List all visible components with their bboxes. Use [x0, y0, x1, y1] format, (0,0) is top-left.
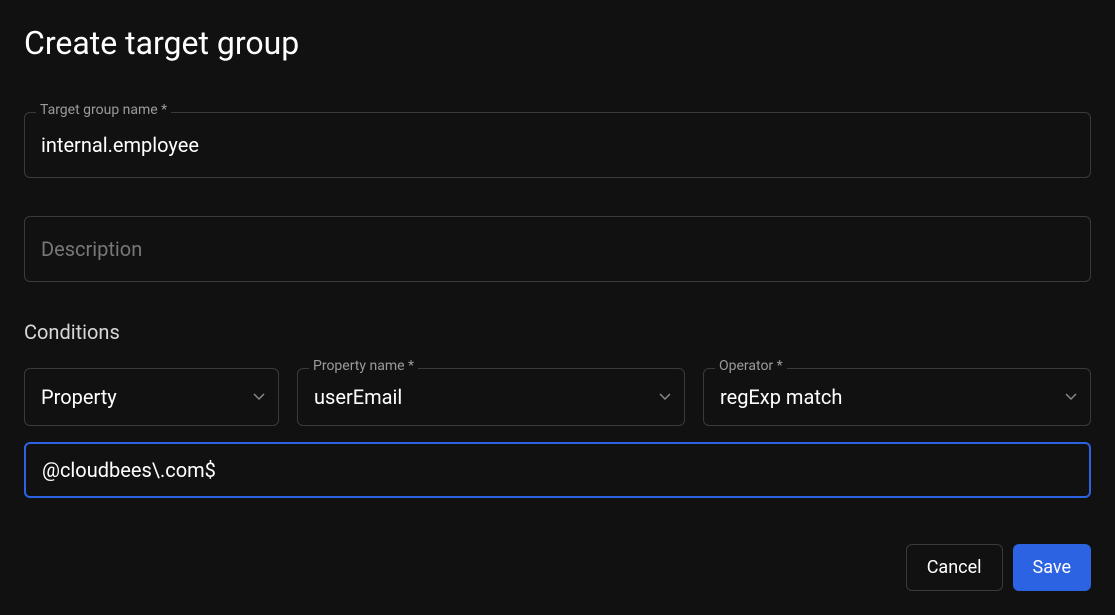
operator-select[interactable]: regExp match: [703, 368, 1091, 426]
condition-type-select[interactable]: Property: [24, 368, 279, 426]
description-field-wrapper: [24, 216, 1091, 282]
button-row: Cancel Save: [906, 544, 1091, 591]
save-button[interactable]: Save: [1013, 544, 1092, 591]
condition-value-input[interactable]: [24, 442, 1091, 498]
target-group-name-input[interactable]: [24, 112, 1091, 178]
conditions-section-label: Conditions: [24, 320, 1091, 344]
condition-type-select-wrapper: Property: [24, 368, 279, 426]
operator-label: Operator *: [715, 358, 787, 374]
target-group-name-label: Target group name *: [36, 102, 171, 118]
conditions-row: Property Property name * userEmail Opera…: [24, 368, 1091, 426]
target-group-name-field-wrapper: Target group name *: [24, 112, 1091, 178]
description-input[interactable]: [24, 216, 1091, 282]
property-name-select[interactable]: userEmail: [297, 368, 685, 426]
property-name-label: Property name *: [309, 358, 418, 374]
operator-select-wrapper: Operator * regExp match: [703, 368, 1091, 426]
cancel-button[interactable]: Cancel: [906, 544, 1003, 591]
page-title: Create target group: [24, 24, 1091, 62]
property-name-select-wrapper: Property name * userEmail: [297, 368, 685, 426]
